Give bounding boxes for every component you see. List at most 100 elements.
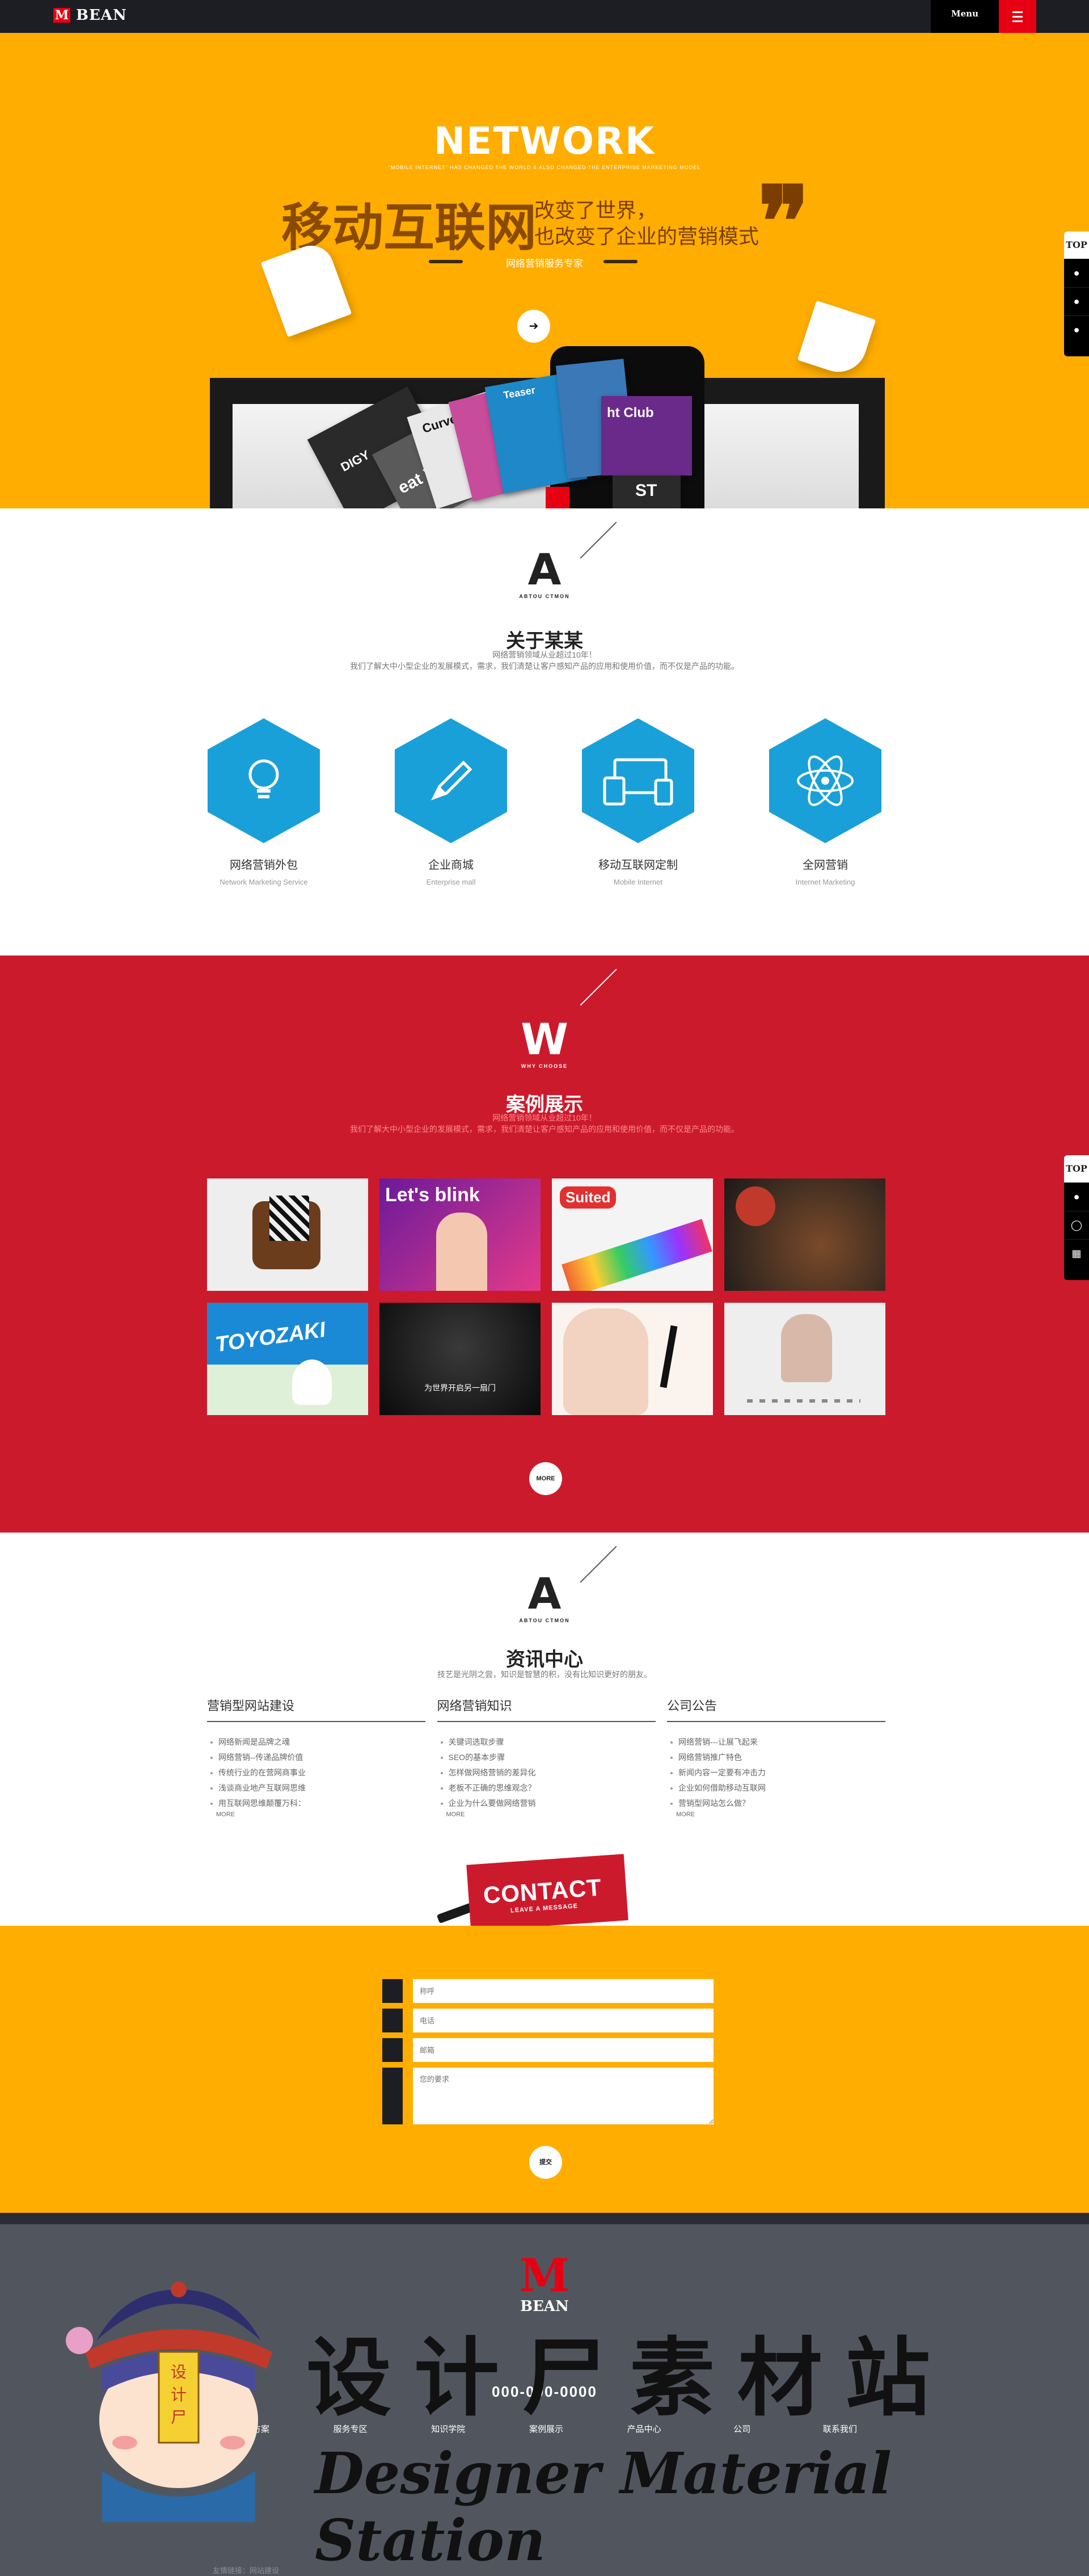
pattern-image [269,1196,309,1241]
qrcode-icon[interactable]: ▦ [1064,1239,1089,1268]
phone-row [382,2009,714,2032]
back-to-top-button[interactable]: TOP [1064,231,1089,259]
case-tile[interactable] [207,1178,368,1291]
news-item[interactable]: 网络营销推广特色 [667,1750,885,1765]
case-tile[interactable]: 为世界开启另一扇门 [379,1303,541,1415]
chat-icon[interactable]: ◯ [1064,1211,1089,1239]
qq-icon[interactable]: ● [1064,259,1089,287]
news-item[interactable]: 网络营销---让展飞起来 [667,1735,885,1750]
news-subtitle: 技艺是光阴之尝，知识是智慧的积，没有比知识更好的朋友。 [437,1670,652,1679]
news-more-link[interactable]: MORE [207,1811,425,1818]
news-item[interactable]: 企业如何借助移动互联网 [667,1781,885,1796]
news-item[interactable]: 传统行业的在营网商事业 [207,1765,425,1781]
service-name: 企业商城 [428,859,474,872]
news-item[interactable]: 关键词选取步骤 [437,1735,656,1750]
services-list: 网络营销外包 Network Marketing Service 企业商城 En… [204,718,885,886]
back-to-top-button[interactable]: TOP [1064,1155,1089,1182]
service-en: Internet Marketing [795,878,855,886]
news-item[interactable]: 新闻内容一定要有冲击力 [667,1765,885,1781]
news-mark: A ABTOU CTMON [0,1572,1089,1624]
model-image [436,1213,487,1291]
news-columns: 营销型网站建设 网络新闻是品牌之魂 网络营销--传递品牌价值 传统行业的在营网商… [207,1696,885,1818]
news-column-title[interactable]: 营销型网站建设 [207,1696,425,1722]
news-more-link[interactable]: MORE [667,1811,885,1818]
name-row [382,1979,714,2003]
service-item[interactable]: 移动互联网定制 Mobile Internet [579,718,698,886]
email-input[interactable] [413,2038,714,2062]
qrcode-icon[interactable]: ● [1064,315,1089,344]
news-title: 资讯中心 [506,1649,583,1670]
cases-more-button[interactable]: MORE [529,1462,562,1495]
side-widget-bottom: TOP ● ◯ ▦ [1064,1155,1089,1280]
news-item[interactable]: 网络新闻是品牌之魂 [207,1735,425,1750]
hero-line-2: 也改变了企业的营销模式 [534,225,759,248]
user-icon [382,1979,403,2003]
mascara-image [660,1325,678,1388]
case-tile[interactable]: TOYOZAKI [207,1303,368,1415]
news-item[interactable]: 用互联网思维颠覆万科： [207,1796,425,1811]
case-tile-label: Suited [560,1186,617,1209]
news-more-link[interactable]: MORE [437,1811,656,1818]
service-en: Enterprise mall [426,878,476,886]
atom-icon [769,718,881,843]
news-column-title[interactable]: 网络营销知识 [437,1696,656,1722]
service-name: 网络营销外包 [230,859,298,872]
about-mark-sub: ABTOU CTMON [519,594,570,599]
mascot-badge-text-2: 计 [171,2385,187,2404]
arrow-right-icon[interactable]: ➔ [517,310,550,343]
news-item[interactable]: 企业为什么要做网络营销 [437,1796,656,1811]
side-widget-top: TOP ● ● ● [1064,231,1089,356]
case-tile[interactable]: Suited [552,1178,713,1291]
brand-logo[interactable]: M BEAN [53,7,127,24]
news-item[interactable]: 浅谈商业地产互联网思维 [207,1781,425,1796]
mascot-badge-text-1: 设 [171,2363,187,2381]
menu-button[interactable]: Menu [931,0,999,33]
top-bar: M BEAN Menu [0,0,1089,33]
cases-line-1: 网络营销领域从业超过10年！ [492,1113,597,1122]
mascot-watermark: 设 计 尸 [66,2282,272,2522]
news-item[interactable]: 老板不正确的思维观念？ [437,1781,656,1796]
paper-sheet-right [797,300,876,380]
news-item[interactable]: 网络营销--传递品牌价值 [207,1750,425,1765]
message-textarea[interactable] [413,2068,714,2124]
case-tile[interactable] [724,1303,885,1415]
red-block [546,487,569,508]
news-column-title[interactable]: 公司公告 [667,1696,885,1722]
watermark-cn: 设计尸素材站 [306,2328,953,2428]
news-item[interactable]: 怎样做网络营销的差异化 [437,1765,656,1781]
devices-icon [582,718,694,843]
about-line-2: 我们了解大中小型企业的发展模式，需求，我们清楚让客户感知产品的应用和使用价值，而… [350,662,739,671]
cases-section: W WHY CHOOSE 案例展示 网络营销领域从业超过10年！ 我们了解大中小… [0,956,1089,1533]
case-tile-label: TOYOZAKI [213,1318,327,1357]
hero-subtitle-en: "MOBILE INTERNET" HAS CHANGED THE WORLD … [388,165,701,170]
chat-icon[interactable]: ● [1064,287,1089,315]
about-line-1: 网络营销领域从业超过10年！ [492,650,597,659]
submit-button[interactable]: 提交 [529,2146,562,2179]
case-tile[interactable] [552,1303,713,1415]
name-input[interactable] [413,1979,714,2003]
hamburger-icon[interactable] [999,0,1036,33]
service-item[interactable]: 企业商城 Enterprise mall [391,718,510,886]
news-item[interactable]: SEO的基本步骤 [437,1750,656,1765]
case-tile[interactable] [724,1178,885,1291]
menu-label: Menu [951,9,978,19]
portrait-image [781,1314,832,1382]
case-tile[interactable]: Let's blink [379,1178,541,1291]
service-en: Network Marketing Service [220,878,308,886]
case-tile-label: Let's blink [385,1184,480,1206]
service-item[interactable]: 全网营销 Internet Marketing [766,718,885,886]
nav-dots [747,1399,860,1403]
news-item[interactable]: 营销型网站怎么做？ [667,1796,885,1811]
message-row [382,2068,714,2124]
cases-mark: W WHY CHOOSE [0,1018,1089,1070]
news-column: 营销型网站建设 网络新闻是品牌之魂 网络营销--传递品牌价值 传统行业的在营网商… [207,1696,425,1818]
edit-icon [382,2068,403,2124]
phone-input[interactable] [413,2009,714,2032]
news-section: A ABTOU CTMON 资讯中心 技艺是光阴之尝，知识是智慧的积，没有比知识… [0,1533,1089,1931]
brand-mark: M [53,8,70,23]
service-item[interactable]: 网络营销外包 Network Marketing Service [204,718,323,886]
message-form-section: 提交 [0,1926,1089,2213]
qq-icon[interactable]: ● [1064,1182,1089,1211]
hero-line-1: 改变了世界， [534,199,657,222]
pencil-icon [395,718,507,843]
